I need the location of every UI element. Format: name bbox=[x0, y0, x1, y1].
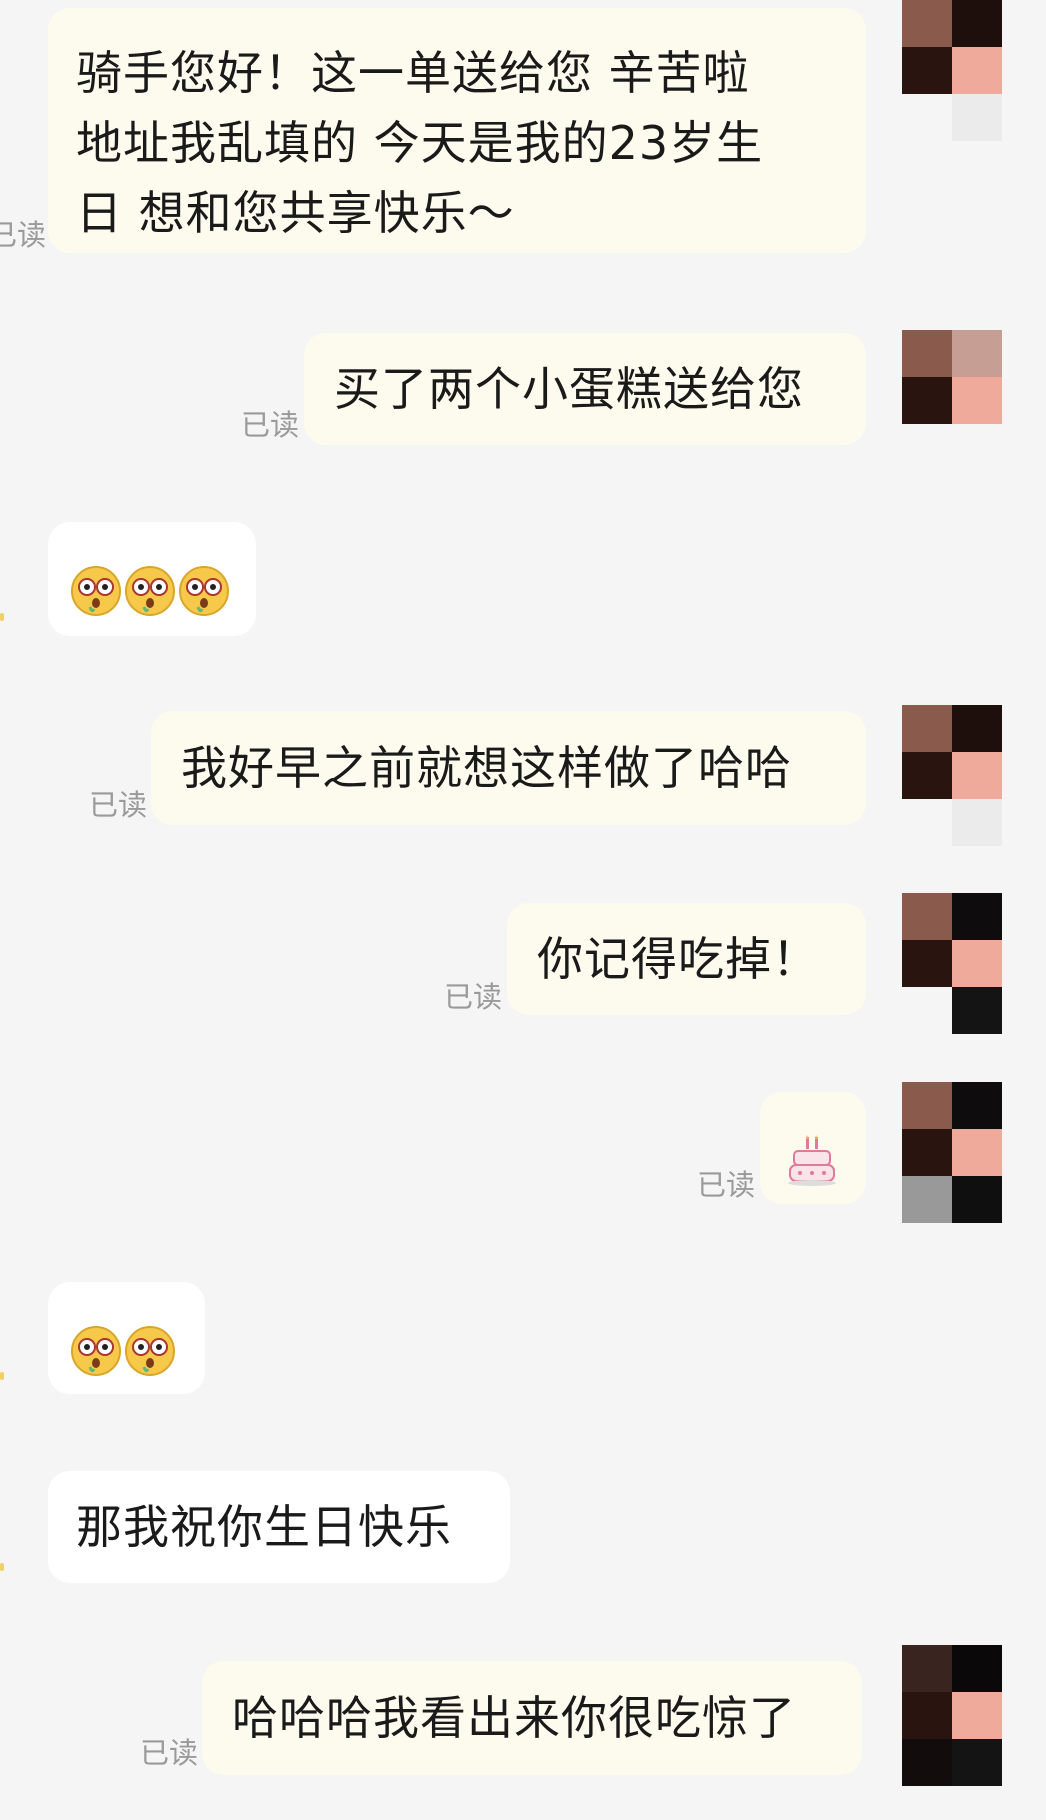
message-bubble-m7[interactable] bbox=[48, 1282, 205, 1394]
message-bubble-m8[interactable]: 那我祝你生日快乐 bbox=[48, 1471, 510, 1583]
read-status: 已读 bbox=[89, 788, 148, 822]
message-bubble-m6[interactable] bbox=[760, 1092, 866, 1204]
unread-marker bbox=[0, 613, 4, 621]
message-text: 我好早之前就想这样做了哈哈 bbox=[181, 741, 792, 795]
message-bubble-m4[interactable]: 我好早之前就想这样做了哈哈 bbox=[151, 711, 866, 825]
read-status: 已读 bbox=[0, 218, 47, 252]
flushed-face-icon bbox=[124, 1325, 176, 1377]
avatar[interactable] bbox=[902, 1645, 1002, 1786]
message-text: 你记得吃掉！ bbox=[537, 932, 819, 986]
read-status: 已读 bbox=[697, 1168, 756, 1202]
message-text: 买了两个小蛋糕送给您 bbox=[334, 362, 804, 416]
avatar[interactable] bbox=[902, 705, 1002, 846]
message-text-line: 日 想和您共享快乐～ bbox=[76, 186, 515, 240]
unread-marker bbox=[0, 1563, 4, 1571]
message-text: 哈哈哈我看出来你很吃惊了 bbox=[232, 1691, 796, 1745]
message-text-line: 地址我乱填的 今天是我的23岁生 bbox=[76, 116, 764, 170]
read-status: 已读 bbox=[444, 980, 503, 1014]
message-text: 那我祝你生日快乐 bbox=[76, 1500, 452, 1554]
flushed-face-icon bbox=[70, 565, 122, 617]
flushed-face-icon bbox=[70, 1325, 122, 1377]
message-bubble-m9[interactable]: 哈哈哈我看出来你很吃惊了 bbox=[202, 1661, 862, 1775]
unread-marker bbox=[0, 1372, 4, 1380]
avatar[interactable] bbox=[902, 893, 1002, 1034]
message-bubble-m2[interactable]: 买了两个小蛋糕送给您 bbox=[304, 333, 866, 445]
avatar[interactable] bbox=[902, 330, 1002, 424]
birthday-cake-icon bbox=[786, 1134, 838, 1187]
avatar[interactable] bbox=[902, 1082, 1002, 1223]
read-status: 已读 bbox=[140, 1736, 199, 1770]
flushed-face-icon bbox=[178, 565, 230, 617]
avatar[interactable] bbox=[902, 0, 1002, 141]
message-bubble-m3[interactable] bbox=[48, 522, 256, 636]
message-bubble-m5[interactable]: 你记得吃掉！ bbox=[507, 903, 866, 1015]
message-text-line: 骑手您好！这一单送给您 辛苦啦 bbox=[76, 46, 750, 100]
flushed-face-icon bbox=[124, 565, 176, 617]
read-status: 已读 bbox=[241, 408, 300, 442]
message-bubble-m1[interactable]: 骑手您好！这一单送给您 辛苦啦 地址我乱填的 今天是我的23岁生 日 想和您共享… bbox=[48, 8, 866, 253]
